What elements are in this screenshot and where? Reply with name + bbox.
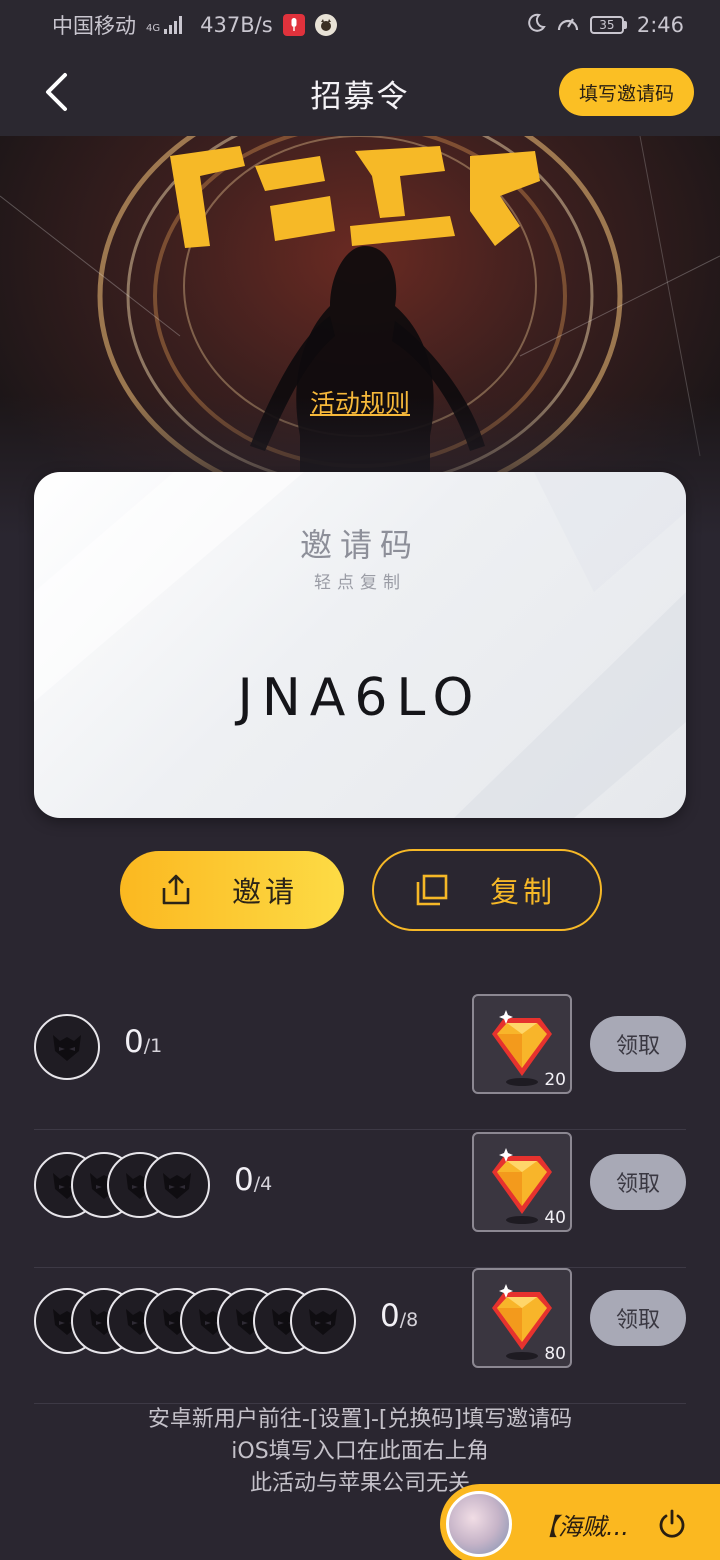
claim-button[interactable]: 领取 [590, 1154, 686, 1210]
network-type: 4G [146, 23, 161, 34]
copy-button-label: 复制 [490, 875, 557, 909]
carrier-name: 中国移动 [52, 14, 136, 38]
mini-player-title: 【海贼... [534, 1512, 629, 1541]
signal-icon: 4G [146, 16, 183, 34]
gem-reward: 80 [472, 1268, 572, 1368]
microphone-icon [282, 14, 305, 36]
app-notification-icon [314, 14, 337, 36]
battery-level: 35 [589, 16, 624, 34]
claim-button[interactable]: 领取 [590, 1290, 686, 1346]
progress-total: /1 [143, 1035, 163, 1057]
back-button[interactable] [34, 70, 78, 114]
network-speed: 437B/s [200, 13, 273, 37]
claim-button[interactable]: 领取 [590, 1016, 686, 1072]
invite-button[interactable]: 邀请 [120, 851, 344, 929]
tap-to-copy-hint: 轻点复制 [314, 573, 406, 593]
gem-amount: 80 [544, 1344, 566, 1364]
gem-amount: 20 [544, 1070, 566, 1090]
share-icon [162, 874, 190, 905]
header: 招募令 填写邀请码 [0, 50, 720, 136]
copy-button[interactable]: 复制 [372, 849, 602, 931]
power-icon [659, 1509, 685, 1538]
progress-current: 0 [234, 1162, 254, 1198]
chevron-left-icon [46, 73, 67, 111]
invitee-avatar-slot [143, 1152, 210, 1218]
progress-total: /8 [399, 1309, 419, 1331]
clock: 2:46 [636, 13, 684, 37]
moon-icon [526, 13, 546, 38]
progress-count: 0/1 [124, 1024, 162, 1060]
note-ios: iOS填写入口在此面右上角 [231, 1439, 489, 1464]
battery-icon: 35 [589, 16, 627, 34]
gem-reward: 40 [472, 1132, 572, 1232]
divider [34, 1129, 686, 1130]
activity-rules-link[interactable]: 活动规则 [0, 384, 720, 420]
note-android: 安卓新用户前往-[设置]-[兑换码]填写邀请码 [147, 1407, 573, 1432]
reward-row-2: 0/4 40 领取 [34, 1132, 686, 1268]
page-title: 招募令 [310, 78, 410, 115]
invitee-avatar-slot [34, 1014, 100, 1080]
floating-mini-player[interactable]: 【海贼... [440, 1484, 720, 1560]
enter-invite-code-button[interactable]: 填写邀请码 [558, 68, 694, 116]
progress-count: 0/8 [380, 1298, 418, 1334]
progress-current: 0 [380, 1298, 400, 1334]
invite-code-value[interactable]: JNA6LO [34, 668, 686, 728]
gem-reward: 20 [472, 994, 572, 1094]
reward-row-3: 0/8 80 领取 [34, 1268, 686, 1404]
reward-row-1: 0/1 20 领取 [34, 994, 686, 1130]
power-button[interactable] [644, 1496, 700, 1552]
gem-amount: 40 [544, 1208, 566, 1228]
progress-total: /4 [253, 1173, 273, 1195]
invite-code-title: 邀请码 [299, 526, 420, 564]
invitee-avatar-slot [289, 1288, 356, 1354]
copy-icon [416, 874, 448, 906]
status-bar: 中国移动 4G 437B/s 35 2:46 [0, 0, 720, 50]
progress-current: 0 [124, 1024, 144, 1060]
invite-button-label: 邀请 [232, 875, 299, 909]
invite-code-card[interactable]: 邀请码 轻点复制 JNA6LO [34, 472, 686, 818]
mini-player-avatar [446, 1491, 512, 1557]
progress-count: 0/4 [234, 1162, 272, 1198]
speedometer-icon [556, 13, 580, 38]
